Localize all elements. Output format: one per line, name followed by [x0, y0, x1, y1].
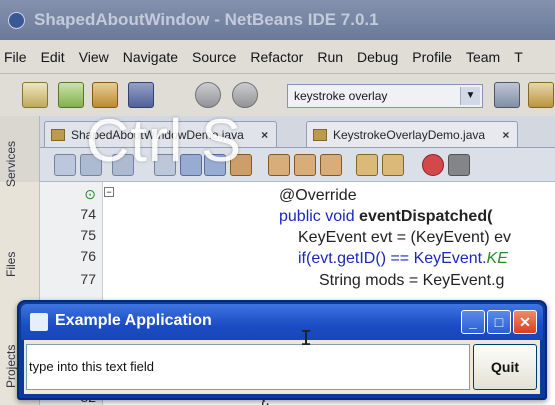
- overlay-tint: [0, 0, 555, 182]
- line-number: 75: [80, 227, 96, 243]
- text-cursor-icon: I: [300, 326, 313, 350]
- code-method-name: eventDispatched(: [359, 208, 493, 225]
- line-number: 74: [80, 206, 96, 222]
- code-line-77: String mods = KeyEvent.g: [319, 272, 505, 289]
- line-number: 77: [80, 271, 96, 287]
- maximize-button[interactable]: □: [487, 310, 511, 334]
- dialog-title-bar[interactable]: Example Application _ □ ✕: [21, 304, 543, 340]
- code-line-annotation: @Override: [279, 187, 357, 204]
- override-marker-icon[interactable]: ⊙: [40, 186, 96, 203]
- dialog-title: Example Application: [55, 312, 212, 329]
- line-number: 76: [80, 248, 96, 264]
- code-keyword: public void: [279, 208, 360, 225]
- java-app-icon: [30, 313, 48, 331]
- quit-button[interactable]: Quit: [473, 344, 537, 390]
- code-text: if(evt.getID() == KeyEvent.: [298, 250, 487, 267]
- example-application-window: Example Application _ □ ✕ type into this…: [17, 300, 547, 400]
- code-line-75: KeyEvent evt = (KeyEvent) ev: [298, 229, 511, 246]
- code-constant: KE: [486, 250, 508, 267]
- text-input-field[interactable]: type into this text field: [26, 344, 470, 390]
- minimize-button[interactable]: _: [461, 310, 485, 334]
- code-line-74: public void eventDispatched(: [279, 206, 492, 227]
- code-line-76: if(evt.getID() == KeyEvent.KE: [298, 248, 508, 269]
- fold-toggle-icon[interactable]: −: [104, 187, 114, 197]
- keystroke-overlay: Ctrl S: [86, 107, 242, 174]
- close-button[interactable]: ✕: [513, 310, 537, 334]
- dialog-content: type into this text field Quit: [24, 340, 540, 394]
- tab-files[interactable]: Files: [4, 234, 34, 294]
